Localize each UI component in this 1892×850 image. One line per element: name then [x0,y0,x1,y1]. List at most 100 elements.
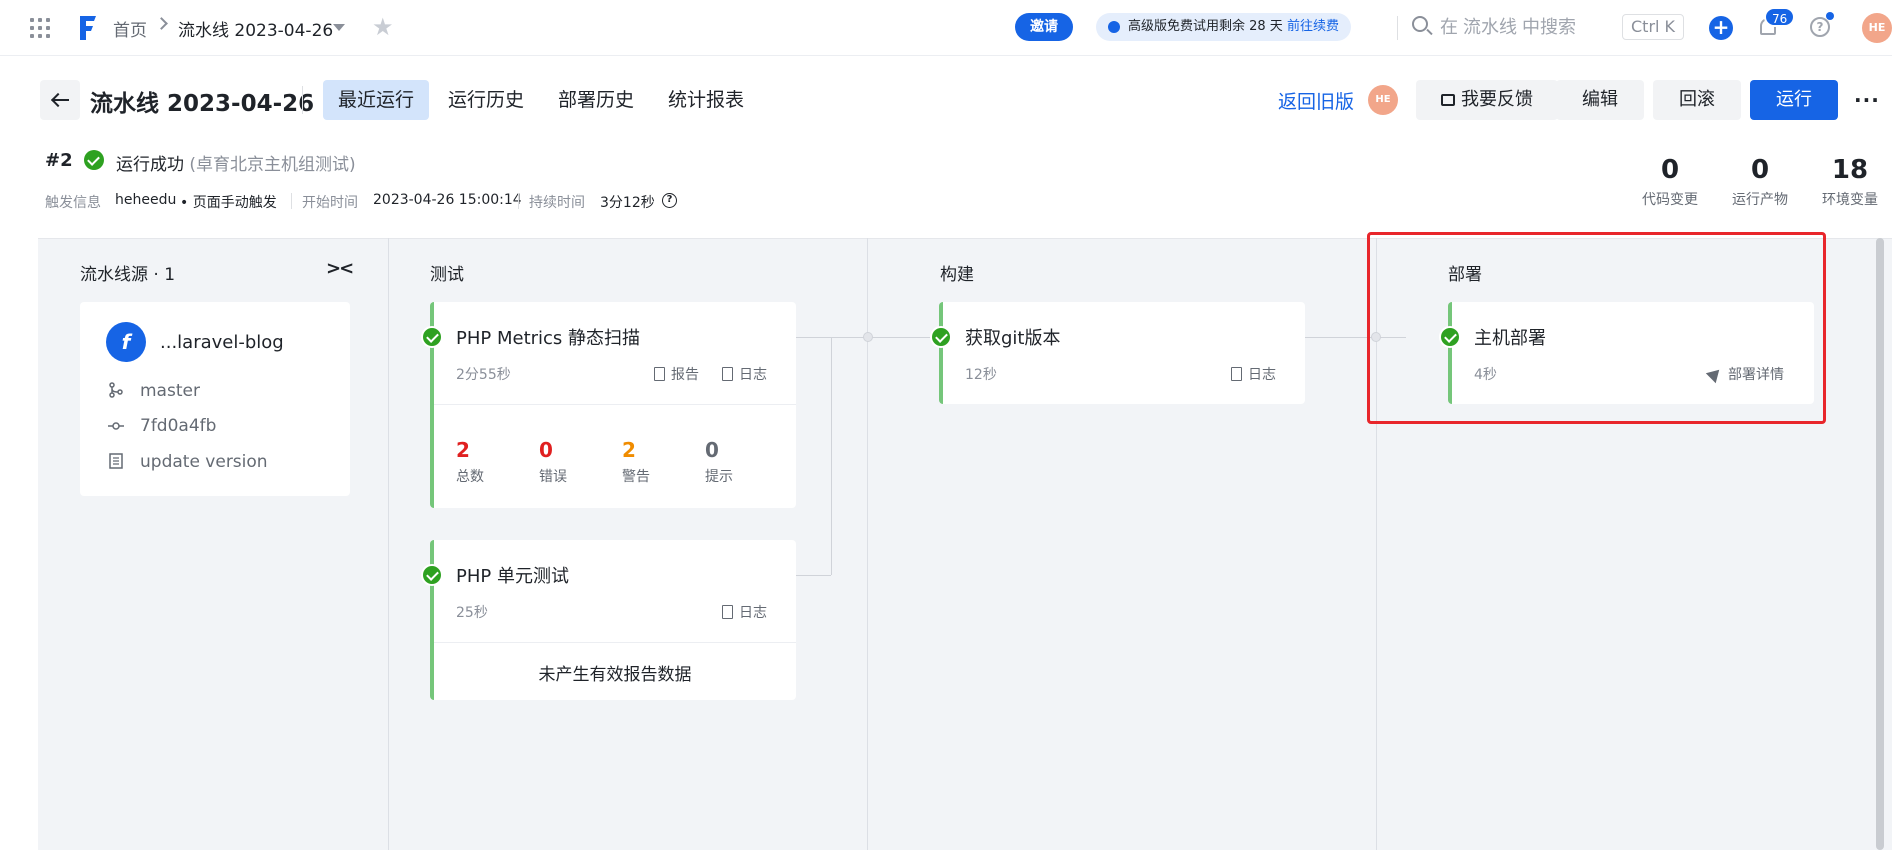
source-card[interactable]: f ...laravel-blog master 7fd0a4fb update… [80,302,350,496]
metric-errors: 0 错误 [539,438,599,486]
page-title: 流水线 2023-04-26 [90,91,315,117]
app-grid-icon[interactable] [30,18,50,38]
job-card-git-version[interactable]: 获取git版本 12秒 日志 [939,302,1305,404]
stat-env-vars[interactable]: 18 环境变量 [1810,155,1890,209]
metric-value: 0 [539,438,553,462]
job-duration: 2分55秒 [456,367,511,383]
success-icon [421,326,443,348]
collapse-icon[interactable]: >< [326,258,354,279]
divider [434,404,796,405]
log-link[interactable]: 日志 [1231,364,1276,384]
start-time-label: 开始时间 [302,195,358,211]
run-button[interactable]: 运行 [1750,80,1838,120]
star-icon[interactable]: ★ [372,13,394,41]
metric-value: 2 [622,438,636,462]
scrollbar[interactable] [1876,238,1884,850]
stage-title-test: 测试 [430,265,464,285]
log-link[interactable]: 日志 [722,364,767,384]
metric-warnings: 2 警告 [622,438,682,486]
shortcut-hint: Ctrl K [1622,14,1685,40]
divider [518,193,519,209]
stat-value: 0 [1660,155,1680,185]
chevron-down-icon[interactable] [333,24,345,31]
report-link[interactable]: 报告 [654,364,699,384]
highlight-box [1367,232,1826,424]
tab-deploy-history[interactable]: 部署历史 [543,80,649,120]
stat-code-changes[interactable]: 0 代码变更 [1630,155,1710,209]
repo-name[interactable]: ...laravel-blog [160,332,284,353]
repo-logo-icon: f [106,322,146,362]
metric-label: 警告 [622,469,650,485]
log-icon [722,367,733,381]
metric-value: 2 [456,438,470,462]
job-card-php-unit-test[interactable]: PHP 单元测试 25秒 日志 未产生有效报告数据 [430,540,796,700]
column-divider [388,238,389,850]
divider [1397,16,1398,40]
trial-banner[interactable]: 高级版免费试用剩余 28 天 前往续费 [1096,13,1351,41]
stage-title-build: 构建 [940,265,974,285]
job-name[interactable]: 获取git版本 [965,324,1060,350]
top-navbar: 首页 流水线 2023-04-26 ★ 邀请 高级版免费试用剩余 28 天 前往… [0,0,1892,56]
clock-icon [1108,21,1120,33]
no-report-note: 未产生有效报告数据 [538,665,692,685]
create-button[interactable]: + [1709,16,1733,40]
commit-id[interactable]: 7fd0a4fb [140,416,216,436]
user-avatar-small[interactable]: HE [1368,85,1398,115]
chat-icon [1441,94,1455,106]
help-icon[interactable]: ? [1810,17,1830,37]
run-number: #2 [45,150,73,171]
document-icon [109,453,123,469]
start-time: 2023-04-26 15:00:14 [373,192,522,208]
renew-link[interactable]: 前往续费 [1287,19,1339,34]
success-icon [930,326,952,348]
duration-label: 持续时间 [529,195,585,211]
user-avatar[interactable]: HE [1862,13,1892,43]
question-icon[interactable]: ? [662,193,677,208]
log-label: 日志 [739,367,767,383]
tab-statistics[interactable]: 统计报表 [653,80,759,120]
column-divider [867,238,868,850]
stat-label: 环境变量 [1822,192,1878,208]
connector-junction [863,332,873,342]
tab-recent-run[interactable]: 最近运行 [323,80,430,120]
commit-message: update version [140,452,268,472]
breadcrumb-home[interactable]: 首页 [113,16,147,41]
success-icon [84,150,104,170]
connector-line [796,575,831,576]
duration: 3分12秒 [600,195,655,211]
more-icon[interactable]: ··· [1854,88,1880,112]
metric-value: 0 [705,438,719,462]
rollback-button[interactable]: 回滚 [1653,80,1741,120]
product-logo-icon[interactable] [78,14,98,42]
metric-label: 提示 [705,469,733,485]
tab-run-history[interactable]: 运行历史 [433,80,539,120]
metric-label: 错误 [539,469,567,485]
trigger-type: • 页面手动触发 [180,195,277,211]
job-name[interactable]: PHP 单元测试 [456,562,569,588]
search-icon[interactable] [1412,16,1428,32]
job-name[interactable]: PHP Metrics 静态扫描 [456,324,640,350]
log-link[interactable]: 日志 [722,602,767,622]
search-input[interactable] [1440,12,1610,42]
stat-label: 代码变更 [1642,192,1698,208]
log-label: 日志 [1248,367,1276,383]
edit-button[interactable]: 编辑 [1556,80,1644,120]
stat-value: 0 [1750,155,1770,185]
back-button[interactable] [40,80,80,120]
run-status-detail: (卓育北京主机组测试) [189,155,356,175]
breadcrumb-current[interactable]: 流水线 2023-04-26 [178,16,333,41]
metric-label: 总数 [456,469,484,485]
branch-name: master [140,381,200,401]
old-version-link[interactable]: 返回旧版 [1278,87,1354,114]
job-duration: 25秒 [456,605,488,621]
invite-button[interactable]: 邀请 [1015,13,1073,41]
feedback-button[interactable]: 我要反馈 [1416,80,1558,120]
metric-hints: 0 提示 [705,438,765,486]
commit-icon [108,422,124,430]
log-label: 日志 [739,605,767,621]
divider [434,642,796,643]
report-label: 报告 [671,367,699,383]
trigger-label: 触发信息 [45,195,101,211]
stat-artifacts[interactable]: 0 运行产物 [1720,155,1800,209]
help-dot [1826,12,1834,20]
